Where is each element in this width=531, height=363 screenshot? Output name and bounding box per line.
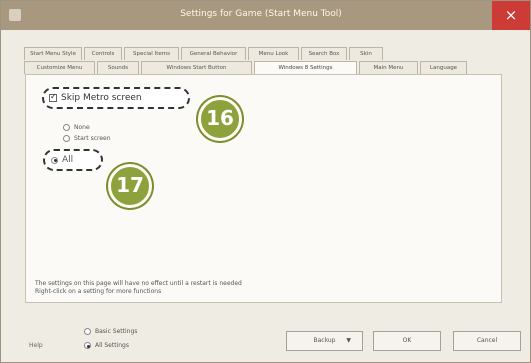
callout-badge-16: 16 (198, 97, 242, 141)
skip-metro-checkbox[interactable] (49, 92, 57, 102)
start-screen-label: Start screen (74, 135, 111, 142)
all-label: All (62, 155, 74, 165)
callout-badge-17: 17 (108, 164, 152, 208)
settings-note-line-1: The settings on this page will have no e… (35, 280, 242, 287)
backup-button-label: Backup (313, 337, 336, 344)
ok-button[interactable]: OK (373, 331, 441, 351)
tab-menu-look[interactable]: Menu Look (248, 47, 299, 60)
basic-settings-label: Basic Settings (95, 328, 138, 335)
settings-window: Settings for Game (Start Menu Tool) × St… (0, 0, 531, 363)
settings-note-line-2: Right-click on a setting for more functi… (35, 288, 162, 295)
all-settings-option[interactable]: All Settings (84, 342, 129, 349)
tab-main-menu[interactable]: Main Menu (359, 61, 418, 74)
all-settings-label: All Settings (95, 342, 129, 349)
settings-note: The settings on this page will have no e… (35, 280, 365, 296)
top-tab-row: Start Menu Style Controls Special Items … (24, 47, 385, 60)
tab-customize-menu[interactable]: Customize Menu (24, 61, 95, 74)
window-title: Settings for Game (Start Menu Tool) (180, 9, 342, 19)
tab-special-items[interactable]: Special Items (124, 47, 179, 60)
backup-dropdown-arrow-icon: ▼ (346, 337, 351, 344)
tab-general-behavior[interactable]: General Behavior (181, 47, 246, 60)
tab-sounds[interactable]: Sounds (97, 61, 139, 74)
title-bar: Settings for Game (Start Menu Tool) × (1, 1, 530, 30)
tab-start-menu-style[interactable]: Start Menu Style (24, 47, 82, 60)
help-link[interactable]: Help (29, 342, 43, 349)
none-option[interactable]: None (63, 124, 90, 131)
all-option[interactable]: All (51, 155, 73, 165)
tab-language[interactable]: Language (420, 61, 467, 74)
start-screen-option[interactable]: Start screen (63, 135, 111, 142)
skip-metro-label: Skip Metro screen (61, 93, 142, 103)
tab-skin[interactable]: Skin (349, 47, 383, 60)
basic-settings-option[interactable]: Basic Settings (84, 328, 137, 335)
tab-search-box[interactable]: Search Box (301, 47, 347, 60)
app-icon (9, 9, 21, 21)
tab-windows-8-settings[interactable]: Windows 8 Settings (254, 61, 357, 75)
bottom-tab-row: Customize Menu Sounds Windows Start Butt… (24, 61, 469, 75)
backup-button[interactable]: Backup ▼ (286, 331, 363, 351)
skip-metro-row[interactable]: Skip Metro screen (49, 92, 142, 103)
start-screen-radio[interactable] (63, 135, 70, 142)
all-settings-radio[interactable] (84, 342, 91, 349)
settings-panel: Skip Metro screen None Start screen All … (25, 74, 502, 303)
tab-controls[interactable]: Controls (84, 47, 122, 60)
all-radio[interactable] (51, 156, 58, 164)
none-radio[interactable] (63, 124, 70, 131)
basic-settings-radio[interactable] (84, 328, 91, 335)
none-label: None (74, 124, 90, 131)
close-button[interactable]: × (492, 1, 530, 30)
cancel-button[interactable]: Cancel (453, 331, 521, 351)
tab-windows-start-button[interactable]: Windows Start Button (141, 61, 252, 74)
